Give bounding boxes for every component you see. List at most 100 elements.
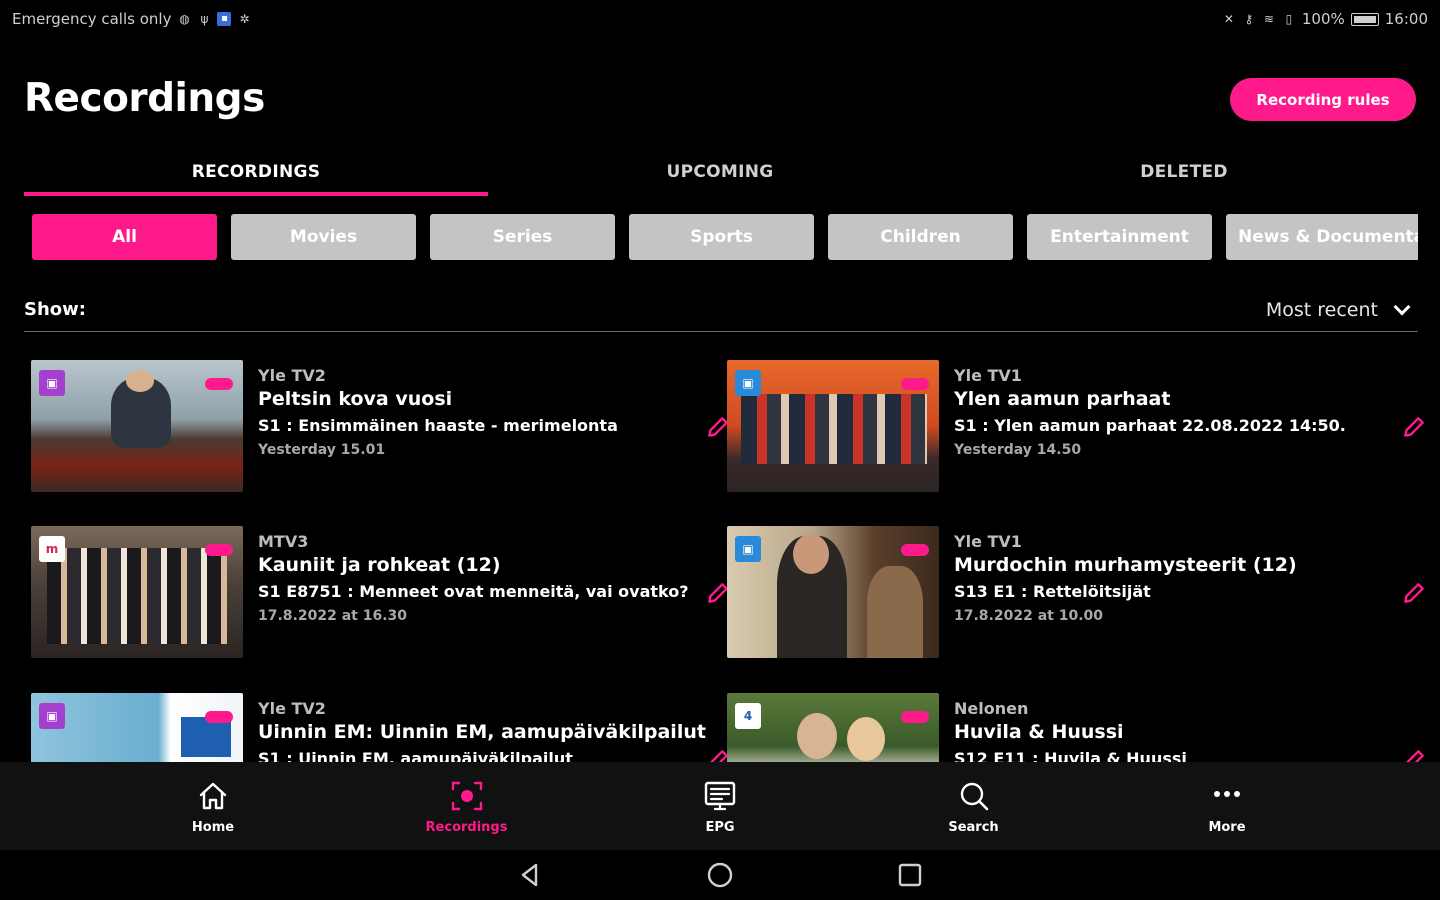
globe-icon: ◍ — [179, 12, 190, 26]
recording-thumbnail: ▣ — [727, 360, 939, 492]
recorded-badge — [205, 544, 233, 556]
show-label: Show: — [24, 299, 86, 320]
channel-logo-icon: ▣ — [735, 370, 761, 396]
recording-episode: S1 : Uinnin EM, aamupäiväkilpailut — [258, 749, 573, 762]
status-bar: Emergency calls only ◍ ψ ▪ ✲ ✕ ⚷ ≋ ▯ 100… — [0, 0, 1440, 38]
filter-children[interactable]: Children — [828, 214, 1013, 260]
app-notification-icon: ▪ — [217, 12, 232, 26]
recorded-badge — [205, 711, 233, 723]
filter-chips: All Movies Series Sports Children Entert… — [32, 214, 1418, 262]
recording-title: Murdochin murhamysteerit (12) — [954, 554, 1297, 576]
nav-recordings-label: Recordings — [425, 820, 508, 835]
filter-series[interactable]: Series — [430, 214, 615, 260]
channel-logo-icon: 4 — [735, 703, 761, 729]
recording-info: Yle TV2 Peltsin kova vuosi S1 : Ensimmäi… — [258, 366, 698, 458]
wifi-icon: ≋ — [1263, 12, 1274, 26]
channel-logo-icon: ▣ — [39, 703, 65, 729]
recorded-badge — [205, 378, 233, 390]
recording-channel: Yle TV1 — [954, 532, 1022, 551]
sort-dropdown[interactable]: Most recent — [1265, 298, 1418, 321]
nav-search[interactable]: Search — [848, 762, 1100, 850]
recording-episode: S1 : Ylen aamun parhaat 22.08.2022 14:50… — [954, 416, 1346, 435]
recording-info: Nelonen Huvila & Huussi S12 E11 : Huvila… — [954, 699, 1394, 762]
bottom-navigation: Home Recordings EPG Search More — [0, 762, 1440, 850]
nav-more[interactable]: More — [1101, 762, 1353, 850]
recording-channel: Yle TV2 — [258, 699, 326, 718]
search-icon — [960, 782, 988, 811]
channel-logo-icon: ▣ — [735, 536, 761, 562]
recording-rules-button[interactable]: Recording rules — [1230, 78, 1416, 121]
key-icon: ⚷ — [1244, 12, 1254, 26]
tab-deleted[interactable]: DELETED — [952, 150, 1416, 196]
recording-channel: Yle TV2 — [258, 366, 326, 385]
vibrate-icon: ▯ — [1285, 12, 1293, 26]
recording-card[interactable]: 4 Nelonen Huvila & Huussi S12 E11 : Huvi… — [727, 693, 1427, 762]
recorded-badge — [901, 711, 929, 723]
nav-home-label: Home — [191, 820, 235, 835]
recording-thumbnail: m — [31, 526, 243, 658]
recording-card[interactable]: ▣ Yle TV1 Ylen aamun parhaat S1 : Ylen a… — [727, 360, 1427, 500]
recording-title: Uinnin EM: Uinnin EM, aamupäiväkilpailut — [258, 721, 706, 743]
recording-info: Yle TV2 Uinnin EM: Uinnin EM, aamupäiväk… — [258, 699, 706, 762]
recording-info: Yle TV1 Ylen aamun parhaat S1 : Ylen aam… — [954, 366, 1394, 458]
channel-logo-icon: m — [39, 536, 65, 562]
home-circle-icon[interactable] — [705, 860, 735, 890]
recording-episode: S13 E1 : Rettelöitsijät — [954, 582, 1151, 601]
recording-time: Yesterday 14.50 — [954, 442, 1082, 458]
recording-title: Huvila & Huussi — [954, 721, 1124, 743]
filter-all[interactable]: All — [32, 214, 217, 260]
recording-info: Yle TV1 Murdochin murhamysteerit (12) S1… — [954, 532, 1394, 624]
recordings-list: ▣ Yle TV2 Peltsin kova vuosi S1 : Ensimm… — [0, 358, 1440, 762]
filter-news-documentary[interactable]: News & Documenta — [1226, 214, 1418, 260]
recording-channel: Nelonen — [954, 699, 1029, 718]
more-icon — [1214, 791, 1240, 797]
recording-thumbnail: ▣ — [727, 526, 939, 658]
recording-time: 17.8.2022 at 16.30 — [258, 608, 407, 624]
status-bar-left: Emergency calls only ◍ ψ ▪ ✲ — [12, 10, 251, 28]
recording-thumbnail: 4 — [727, 693, 939, 762]
recording-title: Ylen aamun parhaat — [954, 388, 1171, 410]
recording-title: Kauniit ja rohkeat (12) — [258, 554, 501, 576]
recorded-badge — [901, 378, 929, 390]
carrier-text: Emergency calls only — [12, 10, 172, 28]
page-title: Recordings — [24, 76, 265, 121]
filter-entertainment[interactable]: Entertainment — [1027, 214, 1212, 260]
recorded-badge — [901, 544, 929, 556]
recording-card[interactable]: m MTV3 Kauniit ja rohkeat (12) S1 E8751 … — [31, 526, 731, 666]
status-bar-right: ✕ ⚷ ≋ ▯ 100% 16:00 — [1222, 10, 1428, 28]
sort-value: Most recent — [1265, 298, 1378, 321]
recording-channel: MTV3 — [258, 532, 309, 551]
nav-home[interactable]: Home — [87, 762, 339, 850]
recording-thumbnail: ▣ — [31, 693, 243, 762]
edit-pencil-icon[interactable] — [1401, 414, 1427, 440]
nav-epg-label: EPG — [705, 820, 735, 835]
filter-movies[interactable]: Movies — [231, 214, 416, 260]
system-navigation-bar — [0, 850, 1440, 900]
back-icon[interactable] — [515, 860, 545, 890]
recent-apps-icon[interactable] — [895, 860, 925, 890]
chevron-down-icon — [1393, 298, 1411, 315]
nav-search-label: Search — [948, 820, 999, 835]
recording-title: Peltsin kova vuosi — [258, 388, 453, 410]
edit-pencil-icon[interactable] — [1401, 747, 1427, 762]
filter-sports[interactable]: Sports — [629, 214, 814, 260]
tab-recordings[interactable]: RECORDINGS — [24, 150, 488, 196]
battery-icon — [1350, 12, 1379, 26]
tab-bar: RECORDINGS UPCOMING DELETED — [24, 150, 1416, 196]
recording-channel: Yle TV1 — [954, 366, 1022, 385]
recording-card[interactable]: ▣ Yle TV2 Peltsin kova vuosi S1 : Ensimm… — [31, 360, 731, 500]
recording-card[interactable]: ▣ Yle TV1 Murdochin murhamysteerit (12) … — [727, 526, 1427, 666]
nav-recordings[interactable]: Recordings — [341, 762, 593, 850]
epg-icon — [704, 781, 736, 811]
settings-notification-icon: ✲ — [239, 12, 250, 26]
recording-thumbnail: ▣ — [31, 360, 243, 492]
recording-card[interactable]: ▣ Yle TV2 Uinnin EM: Uinnin EM, aamupäiv… — [31, 693, 731, 762]
nav-epg[interactable]: EPG — [594, 762, 846, 850]
edit-pencil-icon[interactable] — [1401, 580, 1427, 606]
recording-time: Yesterday 15.01 — [258, 442, 386, 458]
recording-episode: S1 : Ensimmäinen haaste - merimelonta — [258, 416, 618, 435]
channel-logo-icon: ▣ — [39, 370, 65, 396]
record-icon — [451, 781, 482, 811]
tab-upcoming[interactable]: UPCOMING — [488, 150, 952, 196]
battery-percent: 100% — [1301, 10, 1345, 28]
